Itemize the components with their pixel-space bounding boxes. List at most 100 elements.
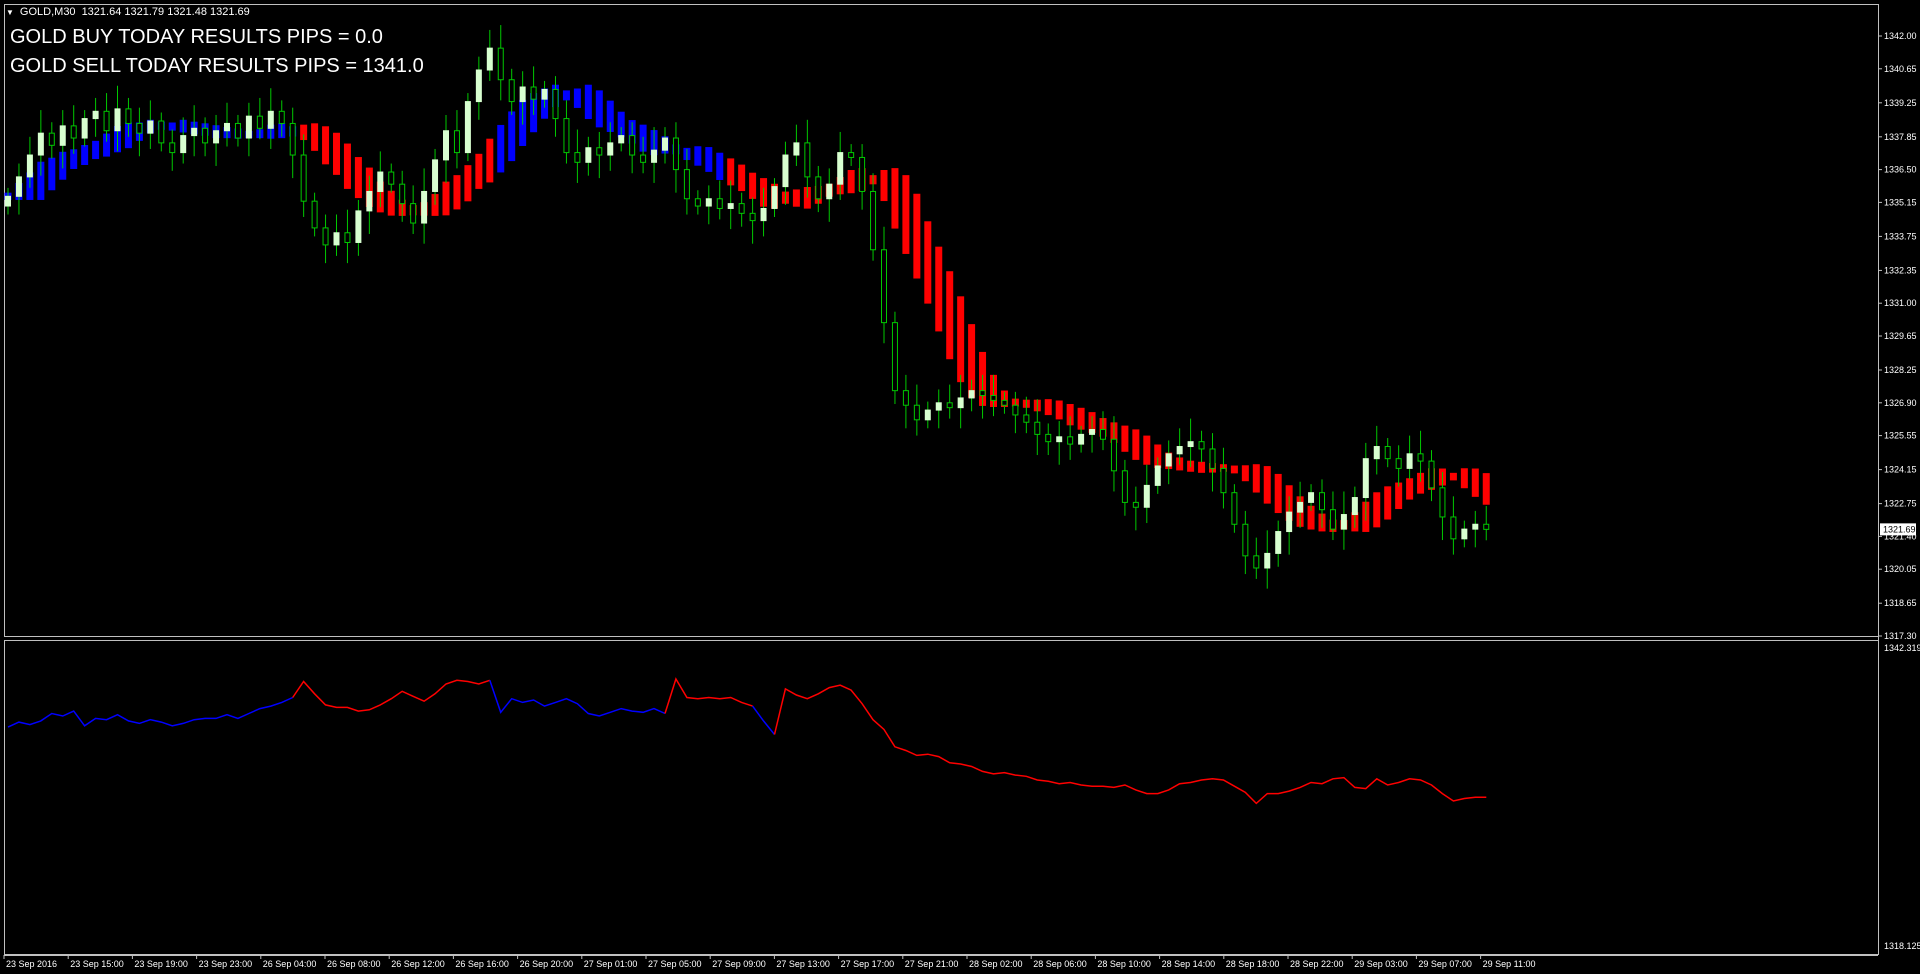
candle-body: [125, 108, 132, 124]
time-tick-label: 28 Sep 22:00: [1290, 959, 1344, 969]
candle-body: [1001, 399, 1008, 406]
trend-band-bar: [1384, 486, 1392, 520]
price-tick-label: 1331.00: [1884, 298, 1917, 308]
time-tick-label: 23 Sep 19:00: [134, 959, 188, 969]
candle-body: [1220, 467, 1227, 494]
candle-body: [267, 110, 274, 129]
candle-body: [15, 176, 22, 197]
price-tick-label: 1317.30: [1884, 631, 1917, 641]
candle-body: [1176, 446, 1183, 455]
trend-band-bar: [595, 90, 603, 128]
ohlc-label: 1321.64 1321.79 1321.48 1321.69: [81, 6, 250, 18]
candle-body: [322, 227, 329, 246]
trend-band-bar: [792, 189, 800, 207]
candle-body: [1110, 438, 1117, 472]
candle-body: [1154, 465, 1161, 486]
current-price-label: 1321.69: [1883, 524, 1916, 534]
candle-body: [848, 152, 855, 158]
trend-band-bar: [1471, 468, 1479, 497]
candle-body: [541, 88, 548, 100]
candle-body: [640, 154, 647, 163]
symbol-label: GOLD,M30: [19, 6, 76, 18]
chevron-down-icon[interactable]: ▼: [6, 8, 14, 17]
candle-body: [37, 132, 44, 156]
candle-body: [870, 190, 877, 251]
indicator-line-segment: [751, 705, 776, 735]
candle-body: [158, 120, 165, 144]
trend-band-bar: [387, 190, 395, 216]
time-tick-label: 23 Sep 23:00: [199, 959, 253, 969]
trend-band-bar: [1263, 466, 1271, 504]
candle-body: [1132, 501, 1139, 508]
candle-body: [1395, 458, 1402, 469]
candle-body: [1089, 429, 1096, 435]
candle-body: [881, 249, 887, 324]
time-tick-label: 27 Sep 17:00: [841, 959, 895, 969]
price-tick-label: 1328.25: [1884, 365, 1917, 375]
candle-body: [256, 115, 263, 129]
candle-body: [968, 390, 975, 399]
price-tick-label: 1318.65: [1884, 598, 1917, 608]
trend-band-bar: [1230, 465, 1238, 474]
chart-canvas: 1342.00 1340.65 1339.25 1337.85 1336.50 1335.…: [3, 4, 1920, 969]
candle-body: [946, 402, 953, 409]
candle-body: [377, 171, 384, 192]
trend-band-bar: [322, 126, 330, 165]
candle-body: [607, 142, 614, 156]
trend-band-bar: [1252, 464, 1260, 493]
time-tick-label: 23 Sep 15:00: [70, 959, 124, 969]
candle-body: [1187, 441, 1194, 448]
trend-band-bar: [957, 296, 965, 383]
candle-body: [59, 125, 66, 146]
indicator-line-layer: [7, 677, 1487, 805]
trend-band-bar: [48, 157, 56, 191]
candle-body: [815, 176, 822, 200]
candle-body: [5, 195, 11, 207]
candle-body: [245, 115, 252, 139]
candle-body: [333, 232, 340, 246]
candle-body: [114, 108, 121, 132]
candle-body: [760, 207, 767, 222]
candle-body: [103, 110, 110, 132]
candle-body: [1428, 460, 1435, 489]
trend-band-bar: [1449, 472, 1457, 481]
trend-band-bar: [1132, 429, 1140, 460]
candle-body: [1417, 453, 1424, 462]
candle-body: [629, 135, 636, 156]
candle-body: [804, 142, 811, 178]
candle-body: [48, 132, 55, 146]
candle-body: [70, 125, 77, 139]
time-tick-label: 27 Sep 01:00: [584, 959, 638, 969]
candle-body: [1253, 555, 1260, 569]
trend-band-bar: [81, 145, 89, 165]
candle-body: [486, 47, 493, 71]
candle-body: [1373, 446, 1380, 460]
price-tick-label: 1324.15: [1884, 465, 1917, 475]
candle-body: [1406, 453, 1413, 469]
indicator-line-segment: [292, 679, 491, 712]
candle-body: [92, 110, 99, 120]
candle-body: [213, 130, 220, 144]
time-tick-label: 28 Sep 14:00: [1162, 959, 1216, 969]
price-tick-label: 1320.05: [1884, 564, 1917, 574]
candle-body: [1143, 484, 1150, 508]
candle-body: [147, 120, 154, 134]
candle-body: [355, 210, 362, 243]
time-tick-label: 26 Sep 20:00: [520, 959, 574, 969]
price-tick-label: 1325.55: [1884, 431, 1917, 441]
candle-body: [1319, 492, 1325, 511]
candle-body: [1264, 552, 1271, 569]
candle-body: [1121, 470, 1128, 503]
candle-body: [683, 169, 690, 200]
trend-band-bar: [1482, 473, 1490, 505]
trend-band-bar: [584, 84, 592, 119]
trend-bands-layer: [4, 84, 1490, 532]
candle-body: [585, 147, 592, 163]
candle-body: [1308, 492, 1315, 503]
trend-band-bar: [1406, 478, 1414, 500]
candle-body: [738, 203, 745, 214]
candle-body: [563, 118, 570, 154]
price-axis: 1342.00 1340.65 1339.25 1337.85 1336.50 1335.…: [1878, 31, 1917, 641]
candle-body: [727, 203, 734, 209]
candle-body: [366, 190, 373, 212]
